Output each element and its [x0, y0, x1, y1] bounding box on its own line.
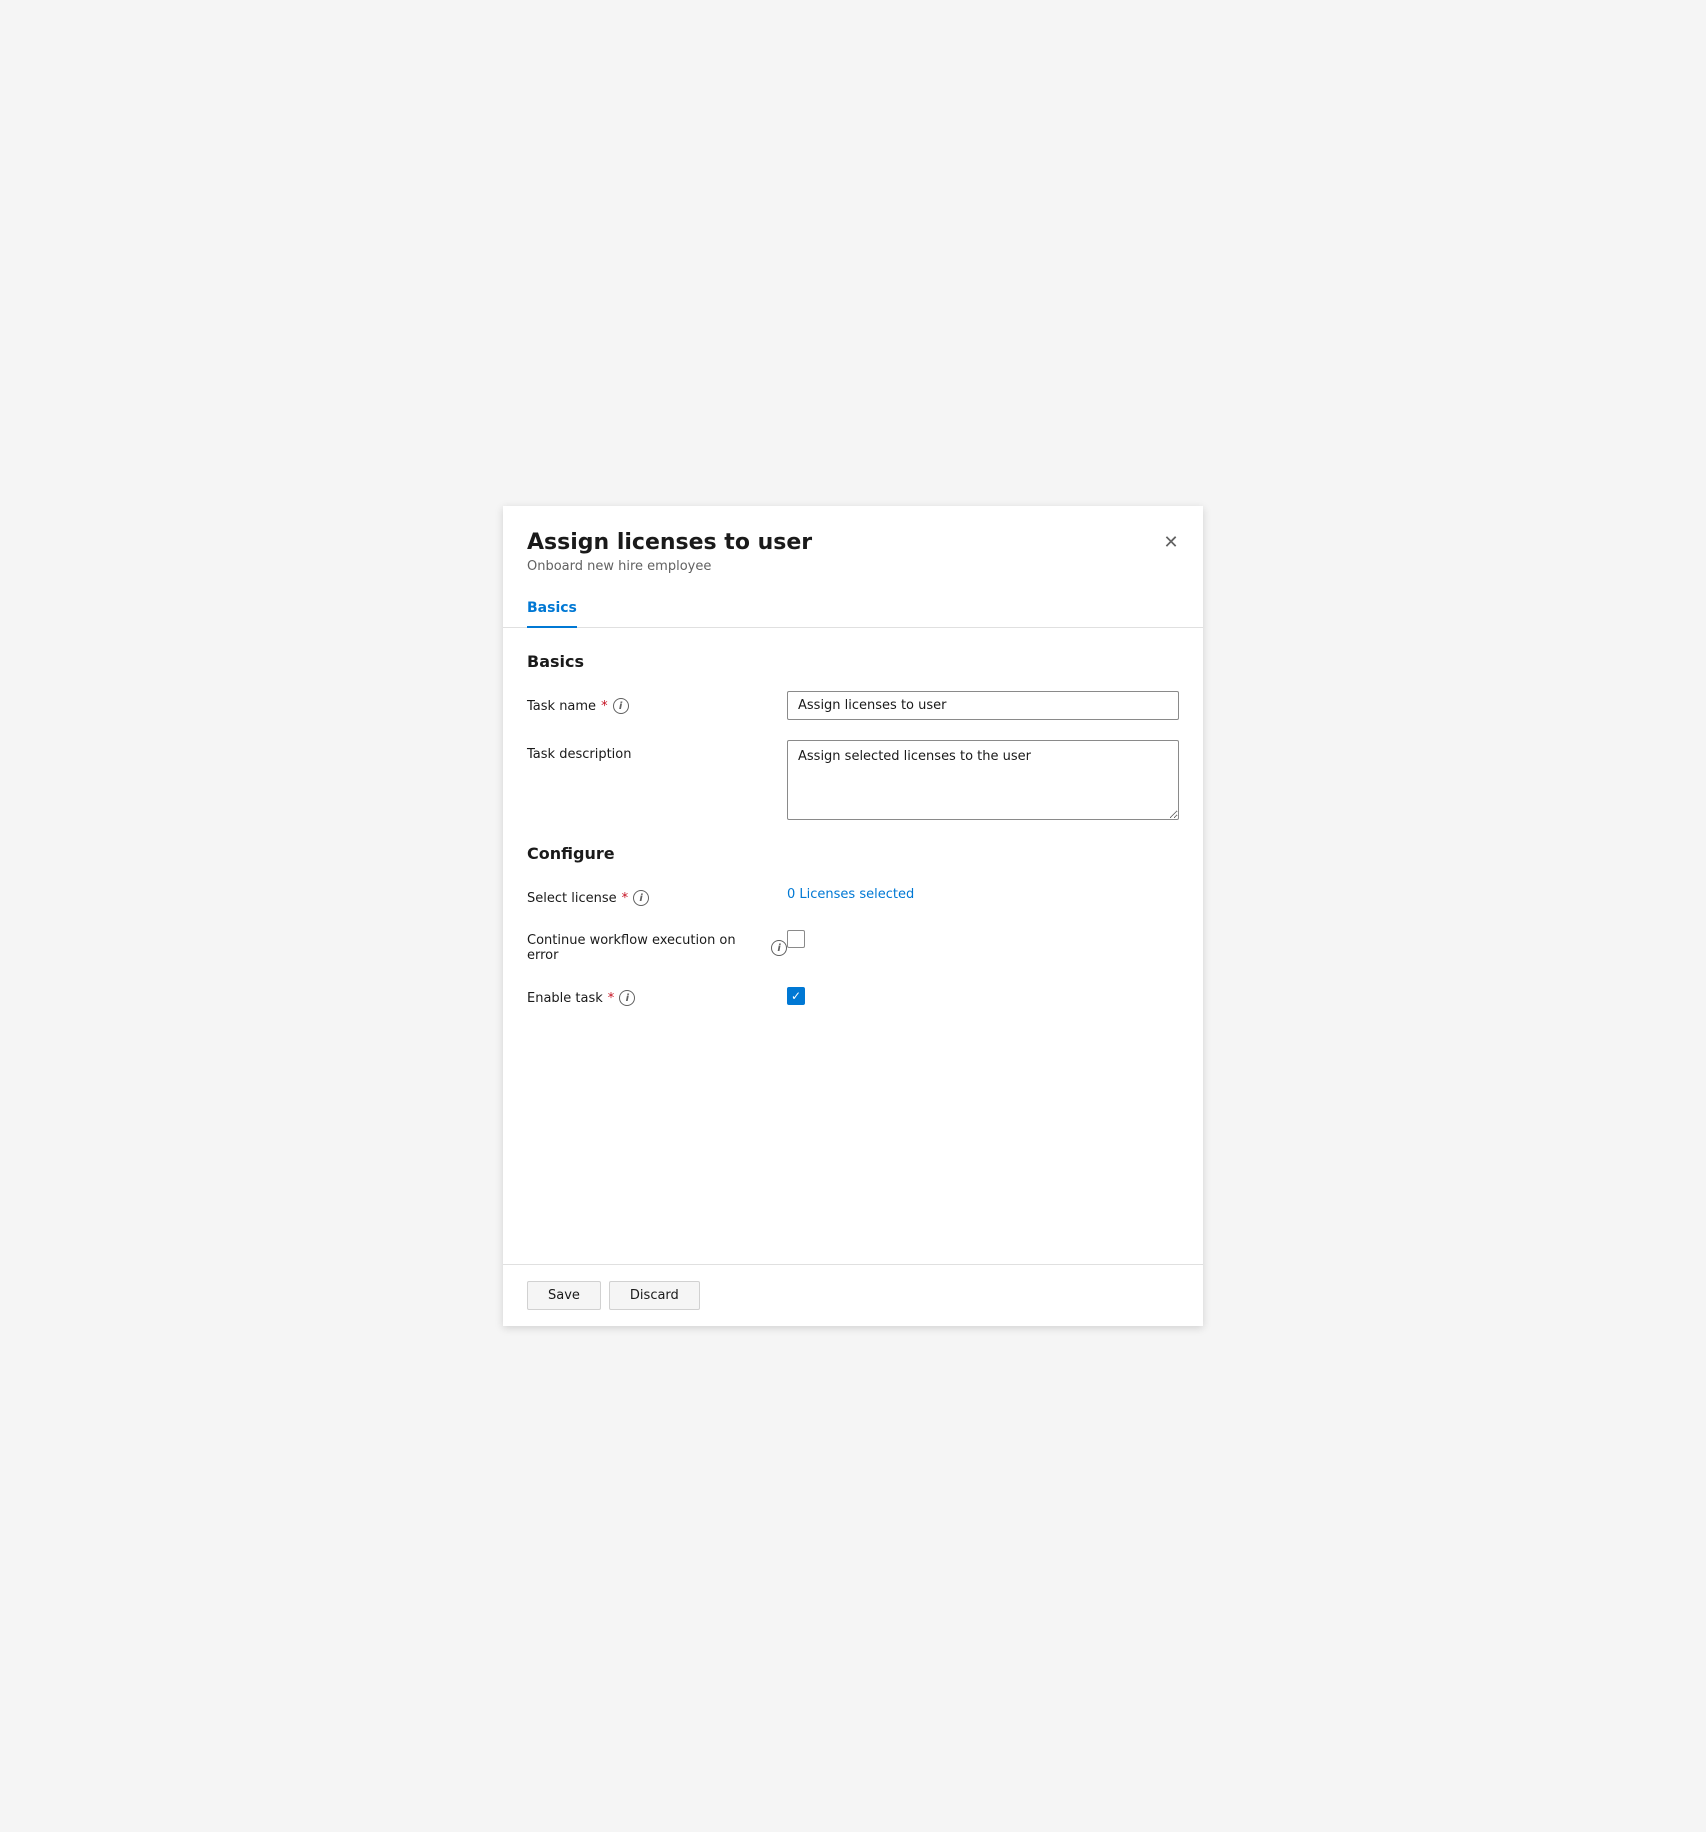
close-icon: ✕ — [1163, 532, 1178, 553]
discard-button[interactable]: Discard — [609, 1281, 700, 1310]
dialog-header: Assign licenses to user Onboard new hire… — [503, 506, 1203, 590]
close-button[interactable]: ✕ — [1155, 526, 1187, 558]
tab-basics[interactable]: Basics — [527, 590, 577, 628]
enable-task-control — [787, 983, 1179, 1005]
task-description-label: Task description — [527, 740, 787, 762]
task-name-label: Task name * i — [527, 691, 787, 714]
continue-workflow-label: Continue workflow execution on error i — [527, 926, 787, 963]
configure-section: Configure Select license * i 0 Licenses … — [527, 844, 1179, 1006]
select-license-control: 0 Licenses selected — [787, 883, 1179, 902]
continue-workflow-row: Continue workflow execution on error i — [527, 926, 1179, 963]
task-name-input[interactable] — [787, 691, 1179, 720]
task-description-input[interactable]: Assign selected licenses to the user — [787, 740, 1179, 820]
basics-section-title: Basics — [527, 652, 1179, 671]
continue-workflow-checkbox[interactable] — [787, 930, 805, 948]
dialog-title: Assign licenses to user — [527, 530, 1179, 555]
assign-licenses-dialog: Assign licenses to user Onboard new hire… — [503, 506, 1203, 1326]
task-name-required: * — [601, 699, 608, 714]
task-name-control — [787, 691, 1179, 720]
save-button[interactable]: Save — [527, 1281, 601, 1310]
licenses-selected-link[interactable]: 0 Licenses selected — [787, 887, 914, 902]
continue-workflow-control — [787, 926, 1179, 948]
enable-task-row: Enable task * i — [527, 983, 1179, 1006]
task-description-row: Task description Assign selected license… — [527, 740, 1179, 824]
task-name-row: Task name * i — [527, 691, 1179, 720]
dialog-subtitle: Onboard new hire employee — [527, 559, 1179, 574]
tab-bar: Basics — [503, 590, 1203, 628]
task-name-info-icon[interactable]: i — [613, 698, 629, 714]
select-license-required: * — [622, 891, 629, 906]
task-description-control: Assign selected licenses to the user — [787, 740, 1179, 824]
select-license-row: Select license * i 0 Licenses selected — [527, 883, 1179, 906]
enable-task-label: Enable task * i — [527, 983, 787, 1006]
select-license-label: Select license * i — [527, 883, 787, 906]
enable-task-info-icon[interactable]: i — [619, 990, 635, 1006]
continue-workflow-info-icon[interactable]: i — [771, 940, 787, 956]
enable-task-checkbox[interactable] — [787, 987, 805, 1005]
dialog-footer: Save Discard — [503, 1264, 1203, 1326]
select-license-info-icon[interactable]: i — [633, 890, 649, 906]
enable-task-required: * — [608, 991, 615, 1006]
dialog-body: Basics Task name * i Task description As… — [503, 628, 1203, 1264]
basics-section: Basics Task name * i Task description As… — [527, 652, 1179, 824]
configure-section-title: Configure — [527, 844, 1179, 863]
